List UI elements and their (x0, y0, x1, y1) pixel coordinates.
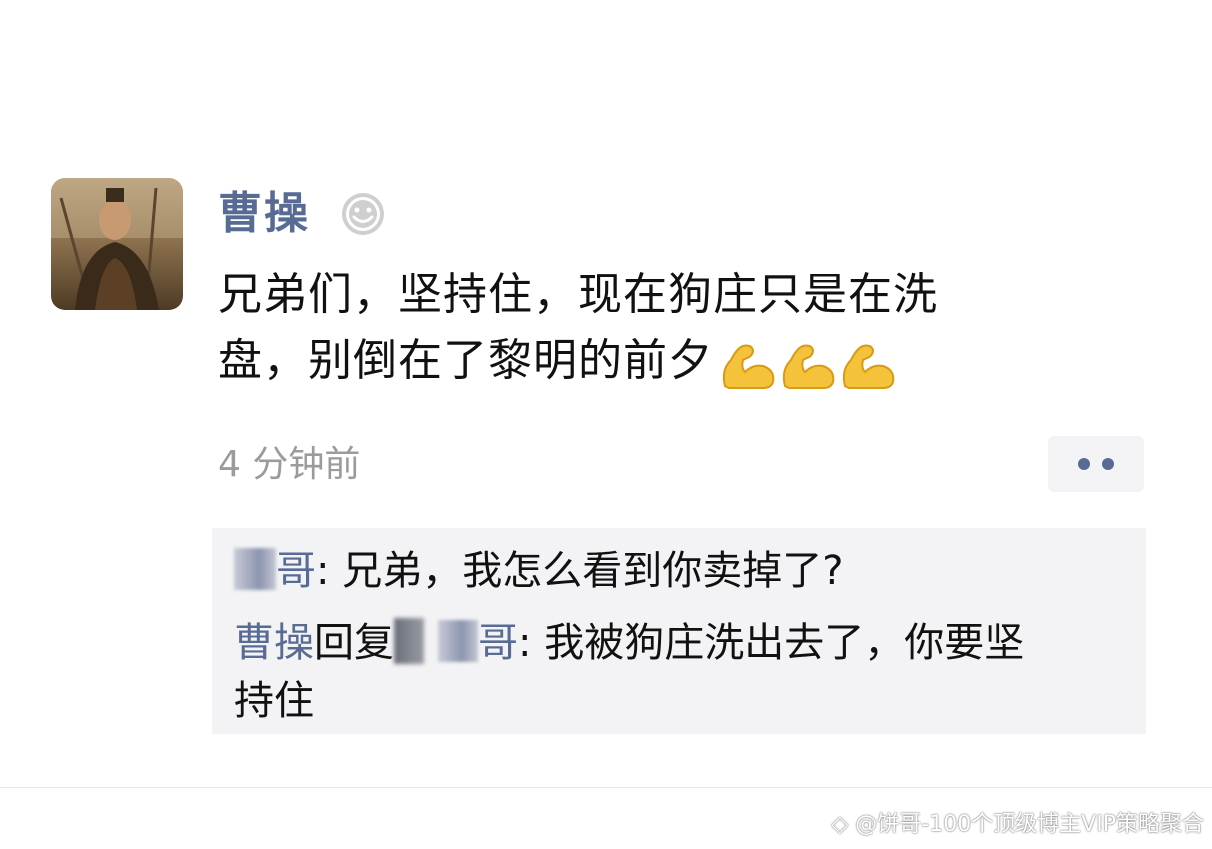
more-options-button[interactable] (1048, 436, 1144, 492)
blurred-username (438, 620, 478, 662)
comment-separator: : (518, 620, 545, 666)
comment-text-line-2: 持住 (234, 678, 314, 724)
comments-section: 哥: 兄弟，我怎么看到你卖掉了? 曹操回复 哥: 我被狗庄洗出去了，你要坚 持住 (212, 528, 1146, 734)
watermark: ◇ @饼哥-100个顶级博主VIP策略聚合 (831, 812, 1204, 837)
post-author-name[interactable]: 曹操 (218, 184, 310, 244)
smile-badge-icon (342, 193, 384, 235)
more-dot-icon (1102, 458, 1114, 470)
comment-text: 兄弟，我怎么看到你卖掉了? (342, 548, 844, 594)
comment-author-name[interactable]: 哥 (276, 548, 316, 594)
post-text-line-2-text: 盘，别倒在了黎明的前夕 (218, 335, 713, 386)
comment-item: 曹操回复 哥: 我被狗庄洗出去了，你要坚 持住 (234, 614, 1134, 730)
post-timestamp: 4 分钟前 (218, 444, 361, 485)
reply-word: 回复 (314, 620, 394, 666)
reply-author-name[interactable]: 曹操 (234, 620, 314, 666)
flexed-biceps-icon (782, 344, 835, 389)
blurred-username (234, 548, 276, 590)
emoji-group (719, 330, 899, 396)
post-text-line-2: 盘，别倒在了黎明的前夕 (218, 328, 1098, 396)
comment-text-line-1: 我被狗庄洗出去了，你要坚 (544, 620, 1025, 666)
comment-item: 哥: 兄弟，我怎么看到你卖掉了? (234, 542, 1134, 600)
avatar-portrait-image (51, 178, 183, 310)
flexed-biceps-icon (722, 344, 775, 389)
blurred-username (394, 618, 424, 664)
reply-target-name[interactable]: 哥 (478, 620, 518, 666)
post-text-line-1: 兄弟们，坚持住，现在狗庄只是在洗 (218, 269, 938, 320)
avatar[interactable] (51, 178, 183, 310)
flexed-biceps-icon (842, 344, 895, 389)
more-dot-icon (1078, 458, 1090, 470)
divider (0, 787, 1212, 788)
post-text: 兄弟们，坚持住，现在狗庄只是在洗 盘，别倒在了黎明的前夕 (218, 262, 1098, 396)
comment-separator: : (316, 548, 343, 594)
